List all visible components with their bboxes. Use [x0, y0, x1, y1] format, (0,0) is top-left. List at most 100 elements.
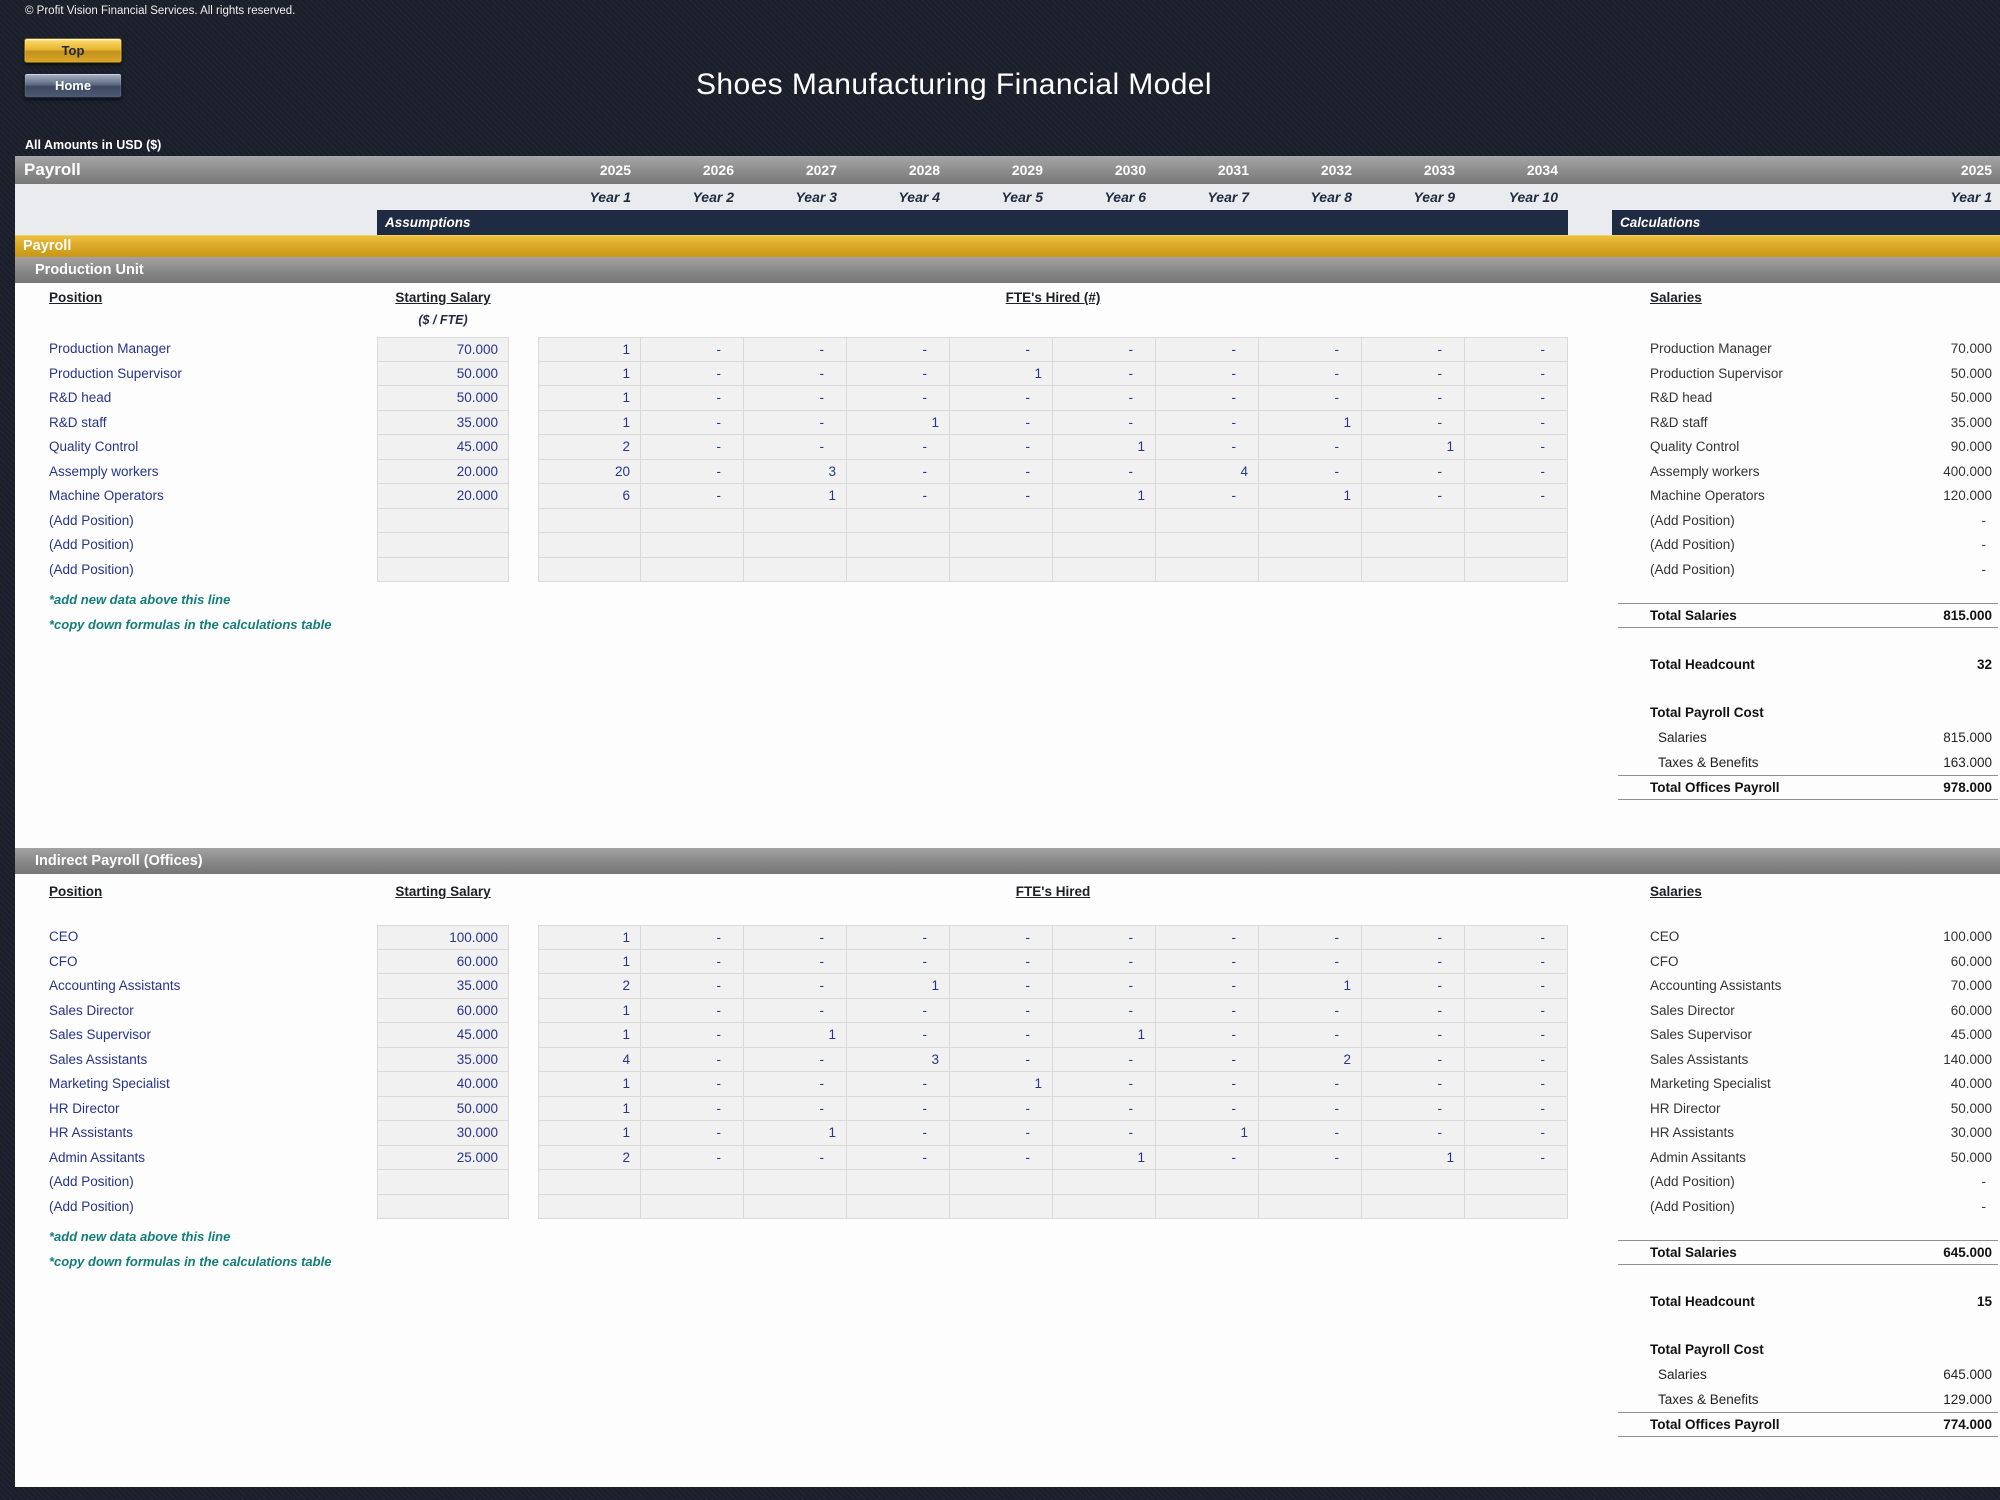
fte-cell[interactable]	[1259, 1194, 1362, 1219]
position-cell[interactable]: R&D staff	[49, 411, 377, 436]
fte-cell[interactable]: 2	[1259, 1047, 1362, 1072]
fte-cell[interactable]	[538, 1194, 641, 1219]
fte-cell[interactable]: -	[744, 998, 847, 1023]
fte-cell[interactable]: -	[950, 1145, 1053, 1170]
fte-cell[interactable]	[847, 1194, 950, 1219]
fte-cell[interactable]: -	[1465, 361, 1568, 386]
fte-cell[interactable]: -	[1465, 925, 1568, 950]
fte-cell[interactable]: 1	[538, 337, 641, 362]
fte-cell[interactable]	[847, 533, 950, 558]
fte-cell[interactable]	[950, 533, 1053, 558]
fte-cell[interactable]: 1	[1053, 1023, 1156, 1048]
fte-cell[interactable]	[1259, 508, 1362, 533]
fte-cell[interactable]: -	[641, 386, 744, 411]
fte-cell[interactable]: 3	[847, 1047, 950, 1072]
fte-cell[interactable]: -	[1362, 998, 1465, 1023]
fte-cell[interactable]: -	[1259, 1121, 1362, 1146]
fte-cell[interactable]: -	[641, 1023, 744, 1048]
fte-cell[interactable]: -	[1259, 1023, 1362, 1048]
position-cell[interactable]: Machine Operators	[49, 484, 377, 509]
starting-salary-cell[interactable]: 30.000	[377, 1121, 509, 1146]
fte-cell[interactable]: -	[1259, 925, 1362, 950]
fte-cell[interactable]: -	[1156, 1023, 1259, 1048]
fte-cell[interactable]	[1362, 533, 1465, 558]
starting-salary-cell[interactable]: 50.000	[377, 1096, 509, 1121]
fte-cell[interactable]: -	[641, 1096, 744, 1121]
fte-cell[interactable]: -	[1259, 949, 1362, 974]
fte-cell[interactable]: -	[1362, 459, 1465, 484]
fte-cell[interactable]: -	[1465, 974, 1568, 999]
fte-cell[interactable]: 1	[1259, 974, 1362, 999]
fte-cell[interactable]: -	[950, 459, 1053, 484]
fte-cell[interactable]: -	[1053, 337, 1156, 362]
fte-cell[interactable]: -	[744, 925, 847, 950]
fte-cell[interactable]: -	[744, 410, 847, 435]
fte-cell[interactable]: -	[744, 1096, 847, 1121]
fte-cell[interactable]: -	[641, 1047, 744, 1072]
fte-cell[interactable]: -	[744, 361, 847, 386]
fte-cell[interactable]	[1259, 533, 1362, 558]
fte-cell[interactable]	[1362, 1170, 1465, 1195]
fte-cell[interactable]: -	[641, 410, 744, 435]
fte-cell[interactable]: -	[1362, 410, 1465, 435]
fte-cell[interactable]: -	[1156, 1047, 1259, 1072]
fte-cell[interactable]: 1	[1362, 435, 1465, 460]
fte-cell[interactable]: -	[641, 484, 744, 509]
position-cell[interactable]: (Add Position)	[49, 533, 377, 558]
fte-cell[interactable]: -	[847, 386, 950, 411]
fte-cell[interactable]: 4	[1156, 459, 1259, 484]
fte-cell[interactable]: -	[1053, 925, 1156, 950]
fte-cell[interactable]: 1	[538, 1023, 641, 1048]
fte-cell[interactable]: 1	[847, 974, 950, 999]
fte-cell[interactable]: -	[641, 949, 744, 974]
starting-salary-cell[interactable]	[377, 1194, 509, 1219]
fte-cell[interactable]	[538, 533, 641, 558]
fte-cell[interactable]: -	[847, 925, 950, 950]
fte-cell[interactable]: -	[1362, 484, 1465, 509]
fte-cell[interactable]: -	[1465, 410, 1568, 435]
fte-cell[interactable]	[744, 1194, 847, 1219]
position-cell[interactable]: Marketing Specialist	[49, 1072, 377, 1097]
fte-cell[interactable]: -	[1465, 435, 1568, 460]
fte-cell[interactable]: 1	[847, 410, 950, 435]
fte-cell[interactable]: -	[1465, 949, 1568, 974]
fte-cell[interactable]	[1053, 533, 1156, 558]
fte-cell[interactable]: -	[847, 435, 950, 460]
fte-cell[interactable]	[641, 557, 744, 582]
fte-cell[interactable]: -	[1053, 1047, 1156, 1072]
fte-cell[interactable]: -	[641, 1121, 744, 1146]
position-cell[interactable]: Sales Director	[49, 999, 377, 1024]
fte-cell[interactable]: -	[1259, 435, 1362, 460]
fte-cell[interactable]: -	[1156, 410, 1259, 435]
fte-cell[interactable]: -	[1465, 337, 1568, 362]
fte-cell[interactable]: -	[1465, 484, 1568, 509]
fte-cell[interactable]	[744, 533, 847, 558]
fte-cell[interactable]: -	[744, 386, 847, 411]
position-cell[interactable]: Assemply workers	[49, 460, 377, 485]
fte-cell[interactable]: -	[1362, 1121, 1465, 1146]
fte-cell[interactable]	[847, 508, 950, 533]
fte-cell[interactable]: -	[641, 925, 744, 950]
fte-cell[interactable]: -	[950, 1096, 1053, 1121]
fte-cell[interactable]: -	[1362, 386, 1465, 411]
starting-salary-cell[interactable]	[377, 508, 509, 533]
fte-cell[interactable]	[1259, 1170, 1362, 1195]
position-cell[interactable]: CEO	[49, 925, 377, 950]
fte-cell[interactable]: 2	[538, 974, 641, 999]
fte-cell[interactable]: -	[1156, 974, 1259, 999]
fte-cell[interactable]: -	[1053, 459, 1156, 484]
position-cell[interactable]: (Add Position)	[49, 1195, 377, 1220]
fte-cell[interactable]	[950, 1170, 1053, 1195]
position-cell[interactable]: Production Manager	[49, 337, 377, 362]
fte-cell[interactable]: -	[847, 337, 950, 362]
fte-cell[interactable]: -	[950, 386, 1053, 411]
fte-cell[interactable]: -	[1465, 386, 1568, 411]
fte-cell[interactable]: -	[1053, 974, 1156, 999]
starting-salary-cell[interactable]: 70.000	[377, 337, 509, 362]
fte-cell[interactable]: -	[847, 361, 950, 386]
fte-cell[interactable]: -	[1465, 1121, 1568, 1146]
fte-cell[interactable]: -	[950, 337, 1053, 362]
fte-cell[interactable]: -	[1053, 998, 1156, 1023]
fte-cell[interactable]	[1053, 508, 1156, 533]
position-cell[interactable]: (Add Position)	[49, 509, 377, 534]
